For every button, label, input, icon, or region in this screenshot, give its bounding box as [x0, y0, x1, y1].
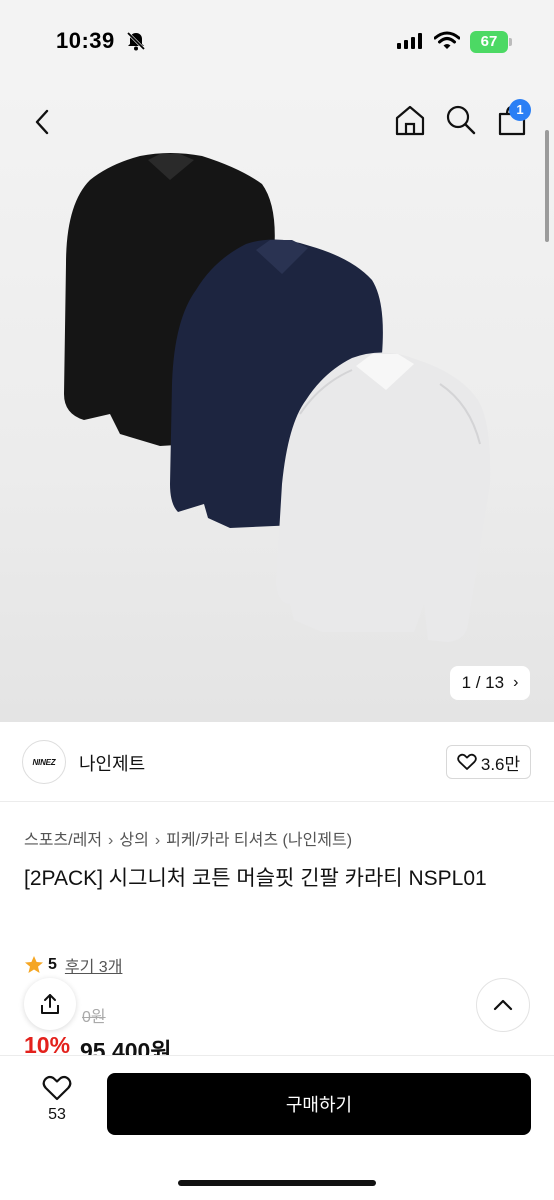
share-icon [41, 994, 59, 1014]
wishlist-button[interactable]: 53 [26, 1074, 88, 1136]
heart-icon [42, 1075, 72, 1101]
brand-name[interactable]: 나인제트 [79, 750, 145, 776]
back-button[interactable] [24, 104, 60, 140]
heart-icon [457, 753, 477, 770]
signal-icon [397, 33, 422, 49]
product-title: [2PACK] 시그니처 코튼 머슬핏 긴팔 카라티 NSPL01 [24, 867, 487, 890]
review-link[interactable]: 후기 3개 [65, 953, 123, 977]
wishlist-count: 53 [48, 1106, 66, 1123]
chevron-up-icon [493, 999, 513, 1011]
breadcrumb-item[interactable]: 스포츠/레저 [24, 832, 102, 849]
brand-row: NINEZ 나인제트 3.6만 [0, 722, 554, 802]
search-button[interactable] [443, 102, 479, 138]
gallery-counter[interactable]: 1 / 13 › [450, 666, 530, 700]
search-icon [446, 105, 476, 135]
brand-like-button[interactable]: 3.6만 [446, 745, 531, 779]
product-image-gallery[interactable] [0, 84, 554, 722]
cart-count-badge: 1 [509, 99, 531, 121]
breadcrumb-item[interactable]: 상의 [119, 832, 148, 849]
home-icon [395, 105, 425, 136]
brand-like-count: 3.6만 [480, 754, 521, 774]
wifi-icon [434, 31, 460, 49]
battery-tip [509, 38, 512, 46]
rating-row: 5 후기 3개 [24, 953, 122, 977]
scroll-to-top-button[interactable] [476, 978, 530, 1032]
product-image [64, 153, 491, 642]
battery-indicator: 67 [470, 31, 508, 53]
home-button[interactable] [392, 102, 428, 138]
home-indicator [178, 1180, 376, 1186]
gallery-counter-text: 1 / 13 [461, 673, 505, 692]
brand-logo[interactable]: NINEZ [22, 740, 66, 784]
breadcrumb-separator: › [154, 832, 161, 849]
breadcrumb-separator: › [108, 832, 114, 849]
scrollbar[interactable] [545, 130, 549, 242]
breadcrumb-item[interactable]: 피케/카라 티셔츠 (나인제트) [166, 832, 352, 849]
chevron-right-icon: › [513, 674, 519, 691]
original-price: 0원 [82, 1009, 106, 1026]
share-button[interactable] [24, 978, 76, 1030]
breadcrumb: 스포츠/레저 › 상의 › 피케/카라 티셔츠 (나인제트) [24, 826, 352, 850]
buy-button[interactable]: 구매하기 [107, 1073, 531, 1135]
status-time: 10:39 [56, 28, 115, 53]
rating-score: 5 [48, 956, 57, 973]
star-icon [25, 956, 43, 973]
back-icon [35, 109, 49, 135]
bell-off-icon [126, 31, 146, 51]
